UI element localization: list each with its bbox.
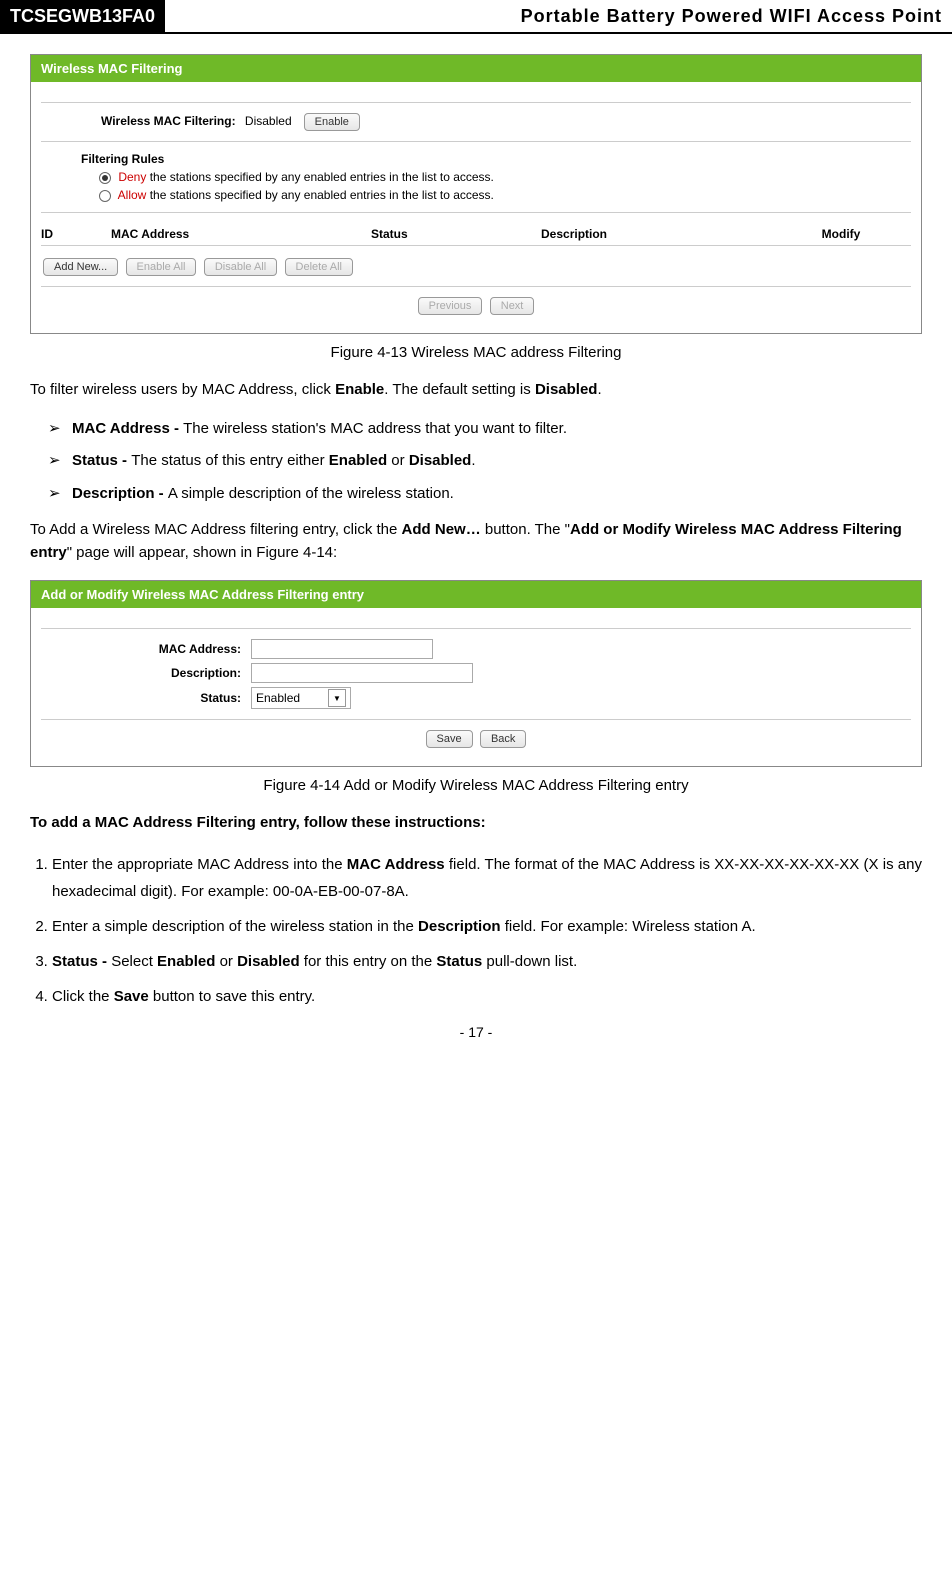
screenshot-add-modify: Add or Modify Wireless MAC Address Filte… xyxy=(30,580,922,767)
step-1: Enter the appropriate MAC Address into t… xyxy=(52,851,922,905)
th-id: ID xyxy=(41,227,91,241)
page-header: TCSEGWB13FA0 Portable Battery Powered WI… xyxy=(0,0,952,34)
description-label: Description: xyxy=(41,666,251,680)
bullet-description: Description - A simple description of th… xyxy=(48,483,922,506)
status-dropdown[interactable]: Enabled ▼ xyxy=(251,687,351,709)
deny-radio-row[interactable]: Deny the stations specified by any enabl… xyxy=(99,170,911,184)
filtering-rules-title: Filtering Rules xyxy=(81,152,911,166)
mac-address-input[interactable] xyxy=(251,639,433,659)
filter-label: Wireless MAC Filtering: xyxy=(101,114,236,128)
figure-caption-2: Figure 4-14 Add or Modify Wireless MAC A… xyxy=(30,777,922,794)
enable-button[interactable]: Enable xyxy=(304,113,360,131)
step-4: Click the Save button to save this entry… xyxy=(52,983,922,1010)
allow-radio-row[interactable]: Allow the stations specified by any enab… xyxy=(99,188,911,202)
screenshot-mac-filtering: Wireless MAC Filtering Wireless MAC Filt… xyxy=(30,54,922,334)
chevron-down-icon: ▼ xyxy=(328,689,346,707)
step-3: Status - Select Enabled or Disabled for … xyxy=(52,948,922,975)
add-new-button[interactable]: Add New... xyxy=(43,258,118,276)
dropdown-value: Enabled xyxy=(256,691,300,705)
filter-state: Disabled xyxy=(245,114,292,128)
th-status: Status xyxy=(371,227,541,241)
page-number: - 17 - xyxy=(30,1024,922,1040)
mac-address-label: MAC Address: xyxy=(41,642,251,656)
delete-all-button[interactable]: Delete All xyxy=(285,258,353,276)
deny-text: the stations specified by any enabled en… xyxy=(146,170,494,184)
save-button[interactable]: Save xyxy=(426,730,473,748)
doc-title: Portable Battery Powered WIFI Access Poi… xyxy=(165,0,952,32)
table-header-row: ID MAC Address Status Description Modify xyxy=(41,223,911,246)
step-2: Enter a simple description of the wirele… xyxy=(52,913,922,940)
next-button[interactable]: Next xyxy=(490,297,535,315)
feature-bullets: MAC Address - The wireless station's MAC… xyxy=(30,418,922,506)
instructions-heading: To add a MAC Address Filtering entry, fo… xyxy=(30,812,922,835)
add-new-paragraph: To Add a Wireless MAC Address filtering … xyxy=(30,519,922,564)
status-label: Status: xyxy=(41,691,251,705)
allow-label: Allow xyxy=(118,188,147,202)
figure-caption-1: Figure 4-13 Wireless MAC address Filteri… xyxy=(30,344,922,361)
th-desc: Description xyxy=(541,227,771,241)
bullet-mac-address: MAC Address - The wireless station's MAC… xyxy=(48,418,922,441)
th-mac: MAC Address xyxy=(111,227,371,241)
deny-label: Deny xyxy=(118,170,146,184)
radio-icon xyxy=(99,190,111,202)
panel-title: Wireless MAC Filtering xyxy=(31,55,921,82)
panel-title-2: Add or Modify Wireless MAC Address Filte… xyxy=(31,581,921,608)
description-input[interactable] xyxy=(251,663,473,683)
th-modify: Modify xyxy=(771,227,911,241)
radio-icon xyxy=(99,172,111,184)
back-button[interactable]: Back xyxy=(480,730,526,748)
model-number: TCSEGWB13FA0 xyxy=(0,0,165,32)
allow-text: the stations specified by any enabled en… xyxy=(146,188,494,202)
enable-all-button[interactable]: Enable All xyxy=(126,258,197,276)
instruction-steps: Enter the appropriate MAC Address into t… xyxy=(30,851,922,1010)
bullet-status: Status - The status of this entry either… xyxy=(48,450,922,473)
previous-button[interactable]: Previous xyxy=(418,297,483,315)
intro-paragraph: To filter wireless users by MAC Address,… xyxy=(30,379,922,402)
disable-all-button[interactable]: Disable All xyxy=(204,258,277,276)
